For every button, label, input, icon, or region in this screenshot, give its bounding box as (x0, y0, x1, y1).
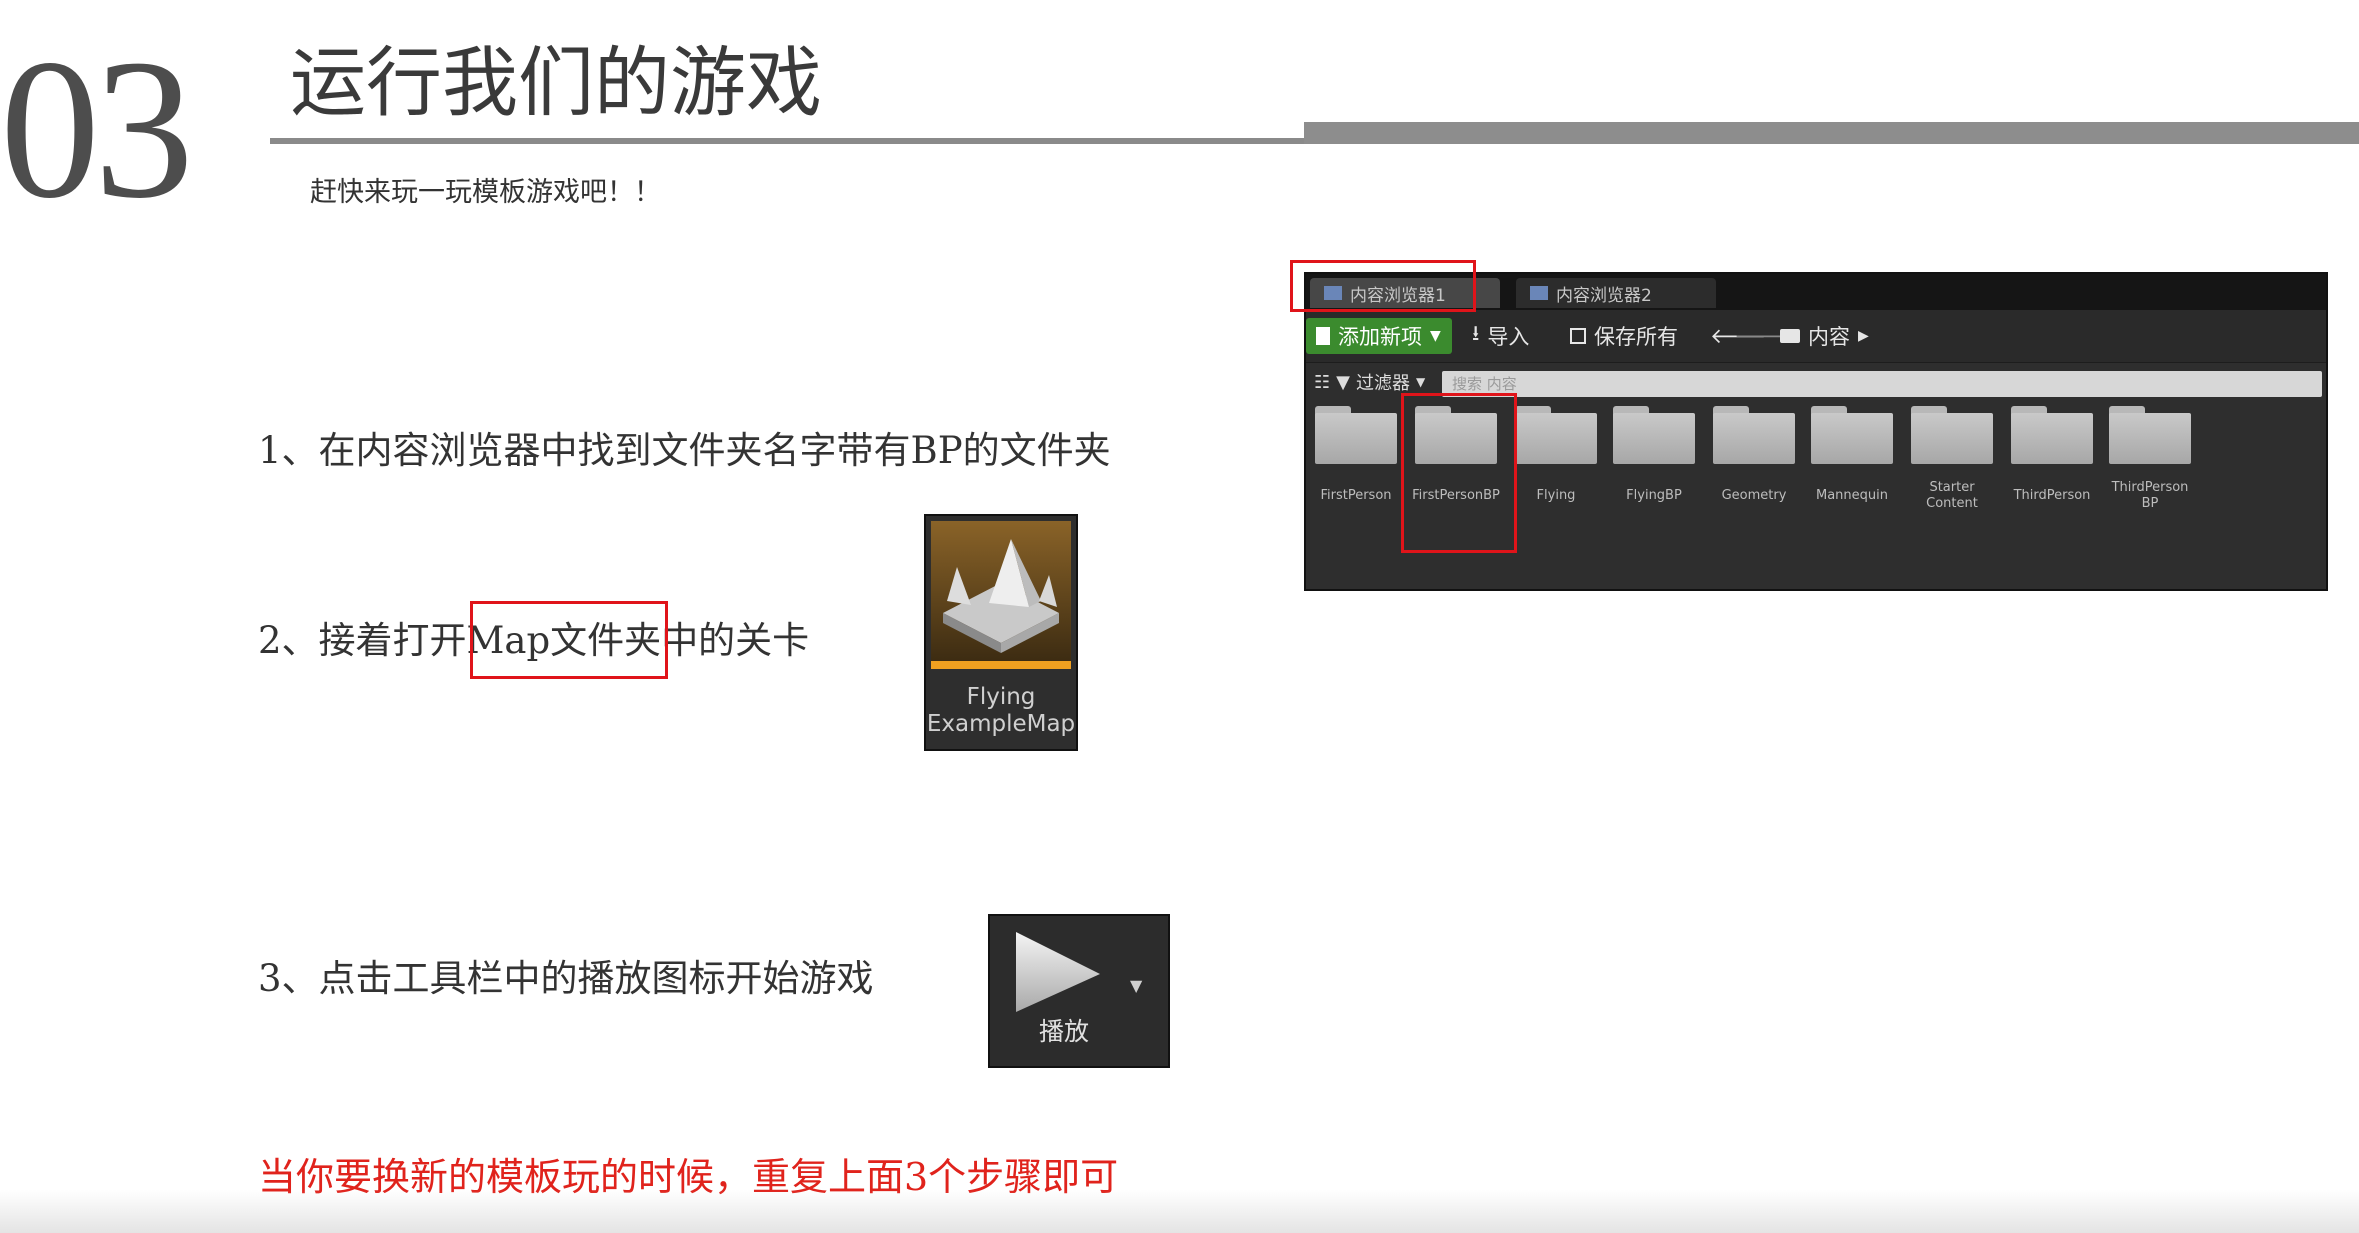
folder-icon (1811, 406, 1893, 464)
import-button[interactable]: ⭳ 导入 (1472, 318, 1529, 354)
page-subtitle: 赶快来玩一玩模板游戏吧！！ (310, 177, 661, 208)
play-options-dropdown-icon[interactable]: ▼ (1130, 976, 1142, 995)
flying-example-map-asset[interactable]: Flying ExampleMap (924, 514, 1078, 751)
folder-icon (1780, 329, 1800, 343)
step-3-text: 3、点击工具栏中的播放图标开始游戏 (258, 957, 874, 1000)
folder-item[interactable]: Starter Content (1906, 406, 1998, 512)
folder-label: Geometry (1721, 488, 1787, 503)
level-map-icon (943, 539, 1059, 653)
folder-label: Mannequin (1815, 488, 1888, 503)
map-folder-highlight-box (470, 601, 668, 679)
sources-panel-icon: ☷ (1314, 371, 1331, 393)
folder-item[interactable]: Flying (1510, 406, 1602, 504)
folder-label: FlyingBP (1626, 488, 1682, 503)
bottom-fade (0, 1190, 2359, 1233)
save-all-button[interactable]: 保存所有 (1570, 318, 1678, 354)
dropdown-arrow-icon: ▼ (1430, 328, 1441, 344)
folder-label: Flying (1536, 488, 1576, 503)
tab-content-browser-2[interactable]: 内容浏览器2 (1516, 278, 1716, 308)
add-new-button[interactable]: 添加新项 ▼ (1306, 318, 1452, 354)
new-file-icon (1316, 327, 1330, 345)
step-1-text: 1、在内容浏览器中找到文件夹名字带有BP的文件夹 (258, 429, 1111, 472)
dropdown-arrow-icon: ▼ (1415, 375, 1426, 389)
chevron-right-icon: ▶ (1858, 328, 1869, 344)
import-label: 导入 (1487, 325, 1530, 349)
folder-item[interactable]: FlyingBP (1608, 406, 1700, 504)
slide-number: 03 (0, 19, 194, 240)
folder-item[interactable]: ThirdPerson (2006, 406, 2098, 504)
content-browser-icon (1530, 286, 1548, 300)
add-new-label: 添加新项 (1338, 325, 1422, 349)
folder-label: ThirdPerson (2013, 488, 2091, 503)
asset-type-color-bar (931, 661, 1071, 669)
folder-icon (2109, 406, 2191, 464)
folder-icon (1713, 406, 1795, 464)
tab-highlight-box (1290, 260, 1476, 312)
map-label-line-1: Flying (966, 684, 1036, 710)
map-label-line-2: ExampleMap (926, 711, 1076, 737)
folder-item[interactable]: Geometry (1708, 406, 1800, 504)
filters-button[interactable]: ☷ ▼ 过滤器 ▼ (1314, 369, 1425, 395)
folder-icon (1515, 406, 1597, 464)
folder-label: FirstPerson (1320, 488, 1392, 503)
import-icon: ⭳ (1472, 320, 1480, 345)
folder-item[interactable]: ThirdPerson BP (2104, 406, 2196, 512)
map-asset-label: Flying ExampleMap (926, 684, 1076, 738)
page-title: 运行我们的游戏 (290, 38, 822, 127)
save-all-label: 保存所有 (1594, 325, 1678, 349)
step-2-suffix: 中的关卡 (661, 619, 810, 662)
step-2-prefix: 2、接着打开 (258, 619, 467, 662)
tab-label: 内容浏览器2 (1556, 285, 1652, 306)
play-icon (1016, 932, 1100, 1012)
folder-icon (1613, 406, 1695, 464)
play-button[interactable]: ▼ 播放 (988, 914, 1170, 1068)
content-browser-toolbar: 添加新项 ▼ ⭳ 导入 保存所有 🡐 🡒 内容 ▶ (1306, 310, 2326, 363)
path-breadcrumb[interactable]: 内容 ▶ (1780, 318, 1869, 354)
folder-icon (1911, 406, 1993, 464)
folder-label: Starter Content (1926, 480, 1978, 511)
title-rule-bar (1304, 122, 2359, 144)
search-input[interactable]: 搜索 内容 (1442, 371, 2322, 397)
filters-label: 过滤器 (1355, 373, 1410, 394)
bp-folder-highlight-box (1401, 393, 1517, 553)
title-underline (270, 138, 1304, 144)
folder-item[interactable]: FirstPerson (1310, 406, 1402, 504)
folder-label: ThirdPerson BP (2111, 480, 2189, 511)
folder-item[interactable]: Mannequin (1806, 406, 1898, 504)
folder-icon (2011, 406, 2093, 464)
folder-icon (1315, 406, 1397, 464)
play-label: 播放 (1038, 1017, 1089, 1046)
path-label: 内容 (1808, 325, 1850, 349)
filter-icon: ▼ (1336, 371, 1350, 393)
map-thumbnail-image (931, 521, 1071, 661)
save-icon (1570, 328, 1586, 344)
